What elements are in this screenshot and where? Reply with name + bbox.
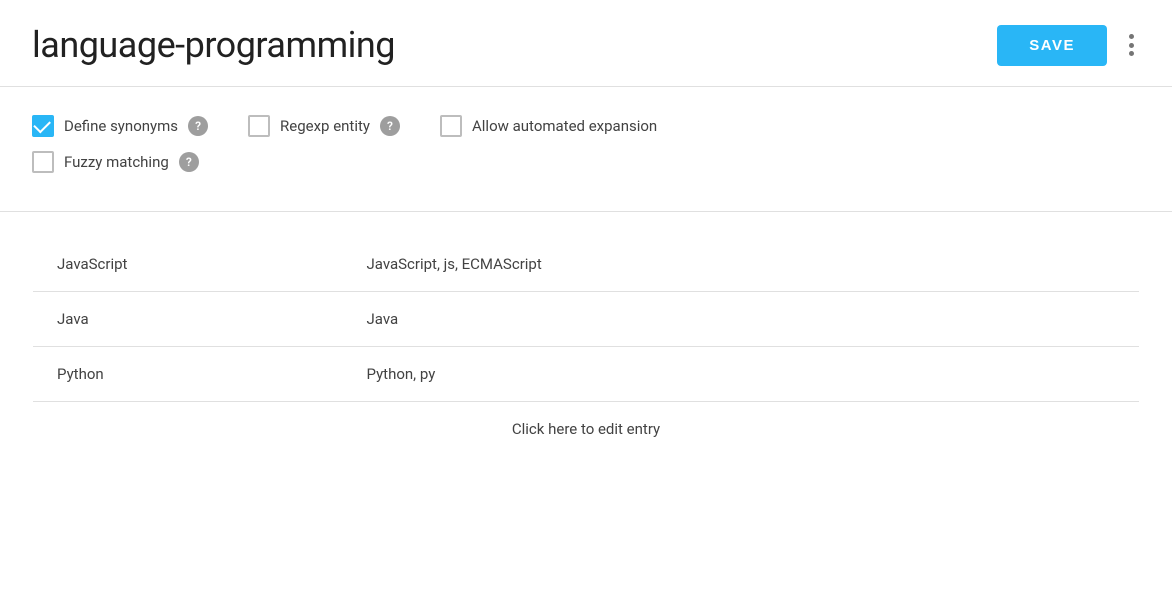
option-regexp-entity-label: Regexp entity [280, 117, 370, 135]
page-title: language-programming [32, 24, 395, 66]
more-icon-dot [1129, 34, 1134, 39]
option-define-synonyms[interactable]: Define synonyms ? [32, 115, 208, 137]
option-fuzzy-matching-label: Fuzzy matching [64, 153, 169, 171]
checkbox-regexp-entity[interactable] [248, 115, 270, 137]
entity-value: Java [343, 292, 1140, 347]
help-icon-fuzzy-matching[interactable]: ? [179, 152, 199, 172]
checkbox-fuzzy-matching[interactable] [32, 151, 54, 173]
table-row[interactable]: Java Java [33, 292, 1140, 347]
entity-key: JavaScript [33, 237, 343, 292]
entity-key: Java [33, 292, 343, 347]
options-row-1: Define synonyms ? Regexp entity ? Allow … [32, 115, 1140, 137]
header-actions: SAVE [997, 25, 1140, 66]
add-entry-row[interactable]: Click here to edit entry [33, 402, 1140, 457]
more-icon-dot [1129, 43, 1134, 48]
more-icon-dot [1129, 51, 1134, 56]
option-regexp-entity[interactable]: Regexp entity ? [248, 115, 400, 137]
header: language-programming SAVE [0, 0, 1172, 87]
options-area: Define synonyms ? Regexp entity ? Allow … [0, 87, 1172, 212]
table-row[interactable]: Python Python, py [33, 347, 1140, 402]
help-icon-define-synonyms[interactable]: ? [188, 116, 208, 136]
option-fuzzy-matching[interactable]: Fuzzy matching ? [32, 151, 199, 173]
save-button[interactable]: SAVE [997, 25, 1107, 66]
options-row-2: Fuzzy matching ? [32, 151, 1140, 173]
option-define-synonyms-label: Define synonyms [64, 117, 178, 135]
table-area: JavaScript JavaScript, js, ECMAScript Ja… [0, 212, 1172, 457]
checkbox-allow-automated-expansion[interactable] [440, 115, 462, 137]
help-icon-regexp-entity[interactable]: ? [380, 116, 400, 136]
option-allow-automated-expansion-label: Allow automated expansion [472, 117, 657, 135]
more-menu-button[interactable] [1123, 28, 1140, 62]
entity-table: JavaScript JavaScript, js, ECMAScript Ja… [32, 236, 1140, 457]
click-to-edit-label[interactable]: Click here to edit entry [33, 402, 1140, 457]
page: language-programming SAVE Define synonym… [0, 0, 1172, 457]
entity-key: Python [33, 347, 343, 402]
entity-value: Python, py [343, 347, 1140, 402]
option-allow-automated-expansion[interactable]: Allow automated expansion [440, 115, 657, 137]
checkbox-define-synonyms[interactable] [32, 115, 54, 137]
table-row[interactable]: JavaScript JavaScript, js, ECMAScript [33, 237, 1140, 292]
entity-value: JavaScript, js, ECMAScript [343, 237, 1140, 292]
